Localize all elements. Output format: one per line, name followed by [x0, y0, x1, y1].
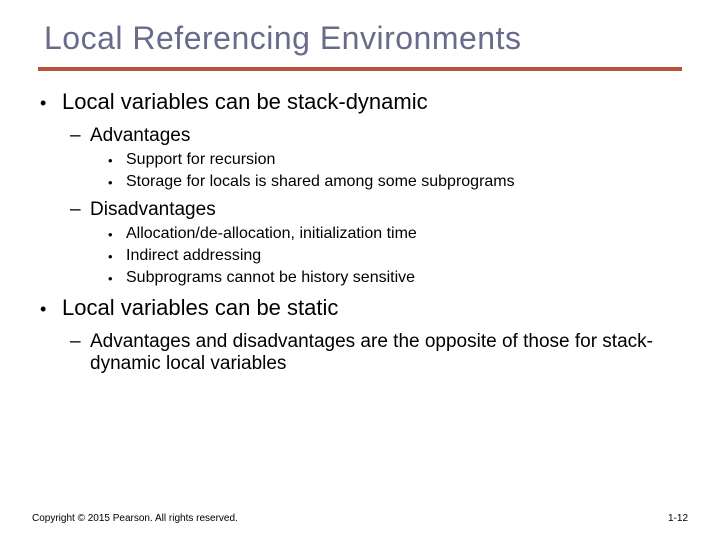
- bullet-text: Advantages and disadvantages are the opp…: [90, 331, 688, 375]
- bullet-level2: – Advantages and disadvantages are the o…: [70, 331, 688, 375]
- bullet-dot-icon: •: [108, 151, 126, 171]
- bullet-dash-icon: –: [70, 331, 90, 375]
- bullet-dash-icon: –: [70, 125, 90, 147]
- bullet-text: Subprograms cannot be history sensitive: [126, 269, 688, 289]
- page-number: 1-12: [668, 513, 688, 524]
- copyright-text: Copyright © 2015 Pearson. All rights res…: [32, 513, 238, 524]
- bullet-dot-icon: •: [108, 225, 126, 245]
- bullet-text: Storage for locals is shared among some …: [126, 173, 688, 193]
- bullet-level3: • Subprograms cannot be history sensitiv…: [108, 269, 688, 289]
- bullet-level3: • Allocation/de-allocation, initializati…: [108, 225, 688, 245]
- bullet-dot-icon: •: [40, 89, 62, 117]
- bullet-dot-icon: •: [108, 247, 126, 267]
- bullet-dot-icon: •: [40, 295, 62, 323]
- bullet-dot-icon: •: [108, 173, 126, 193]
- slide-content: • Local variables can be stack-dynamic –…: [32, 89, 688, 375]
- bullet-text: Disadvantages: [90, 199, 688, 221]
- bullet-level1: • Local variables can be static: [40, 295, 688, 323]
- bullet-level1: • Local variables can be stack-dynamic: [40, 89, 688, 117]
- bullet-text: Support for recursion: [126, 151, 688, 171]
- bullet-text: Local variables can be static: [62, 295, 688, 323]
- bullet-level2: – Advantages: [70, 125, 688, 147]
- bullet-level3: • Support for recursion: [108, 151, 688, 171]
- slide-footer: Copyright © 2015 Pearson. All rights res…: [32, 513, 688, 524]
- bullet-dot-icon: •: [108, 269, 126, 289]
- bullet-text: Indirect addressing: [126, 247, 688, 267]
- bullet-text: Local variables can be stack-dynamic: [62, 89, 688, 117]
- bullet-dash-icon: –: [70, 199, 90, 221]
- bullet-level3: • Storage for locals is shared among som…: [108, 173, 688, 193]
- title-rule: [38, 67, 682, 71]
- slide: Local Referencing Environments • Local v…: [0, 0, 720, 540]
- bullet-text: Advantages: [90, 125, 688, 147]
- slide-title: Local Referencing Environments: [44, 20, 688, 57]
- bullet-level3: • Indirect addressing: [108, 247, 688, 267]
- bullet-level2: – Disadvantages: [70, 199, 688, 221]
- bullet-text: Allocation/de-allocation, initialization…: [126, 225, 688, 245]
